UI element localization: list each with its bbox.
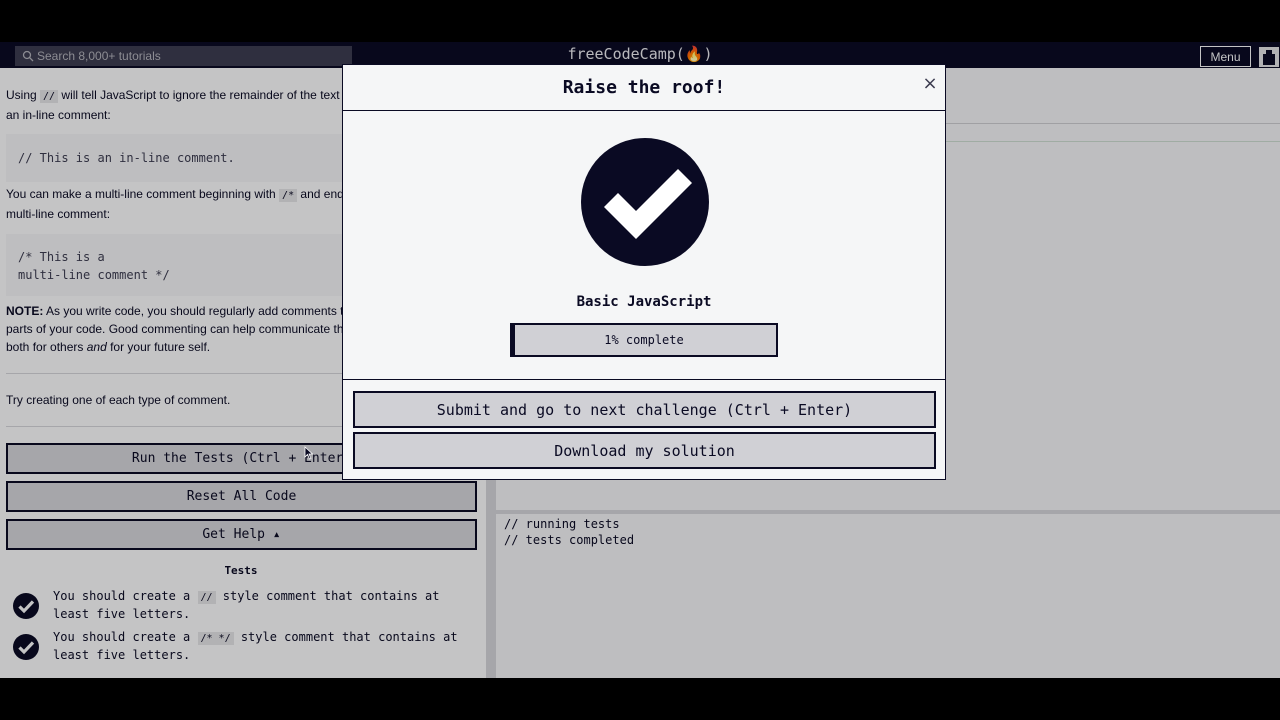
modal-title: Raise the roof! bbox=[562, 77, 726, 98]
progress-label: 1% complete bbox=[604, 333, 684, 347]
completion-badge-icon bbox=[580, 137, 710, 267]
modal-divider bbox=[343, 110, 945, 111]
certification-name: Basic JavaScript bbox=[576, 294, 712, 310]
download-solution-button[interactable]: Download my solution bbox=[353, 432, 936, 469]
close-icon[interactable]: × bbox=[921, 73, 939, 94]
mouse-cursor-icon bbox=[304, 446, 314, 460]
progress-bar: 1% complete bbox=[510, 323, 778, 357]
modal-divider bbox=[343, 379, 945, 380]
completion-modal: Raise the roof! × Basic JavaScript 1% co… bbox=[342, 64, 946, 480]
submit-next-button[interactable]: Submit and go to next challenge (Ctrl + … bbox=[353, 391, 936, 428]
